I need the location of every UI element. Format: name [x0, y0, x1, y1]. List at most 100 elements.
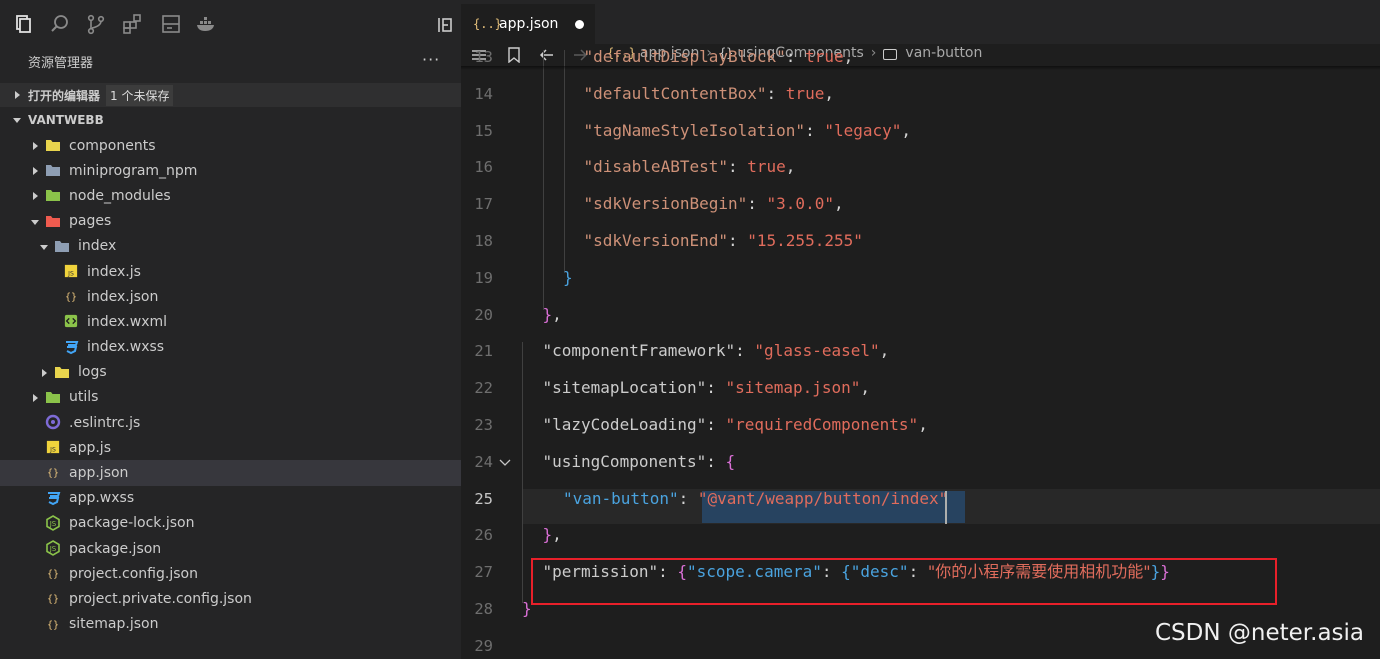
- code-token: :: [728, 157, 748, 177]
- tab-bar: {..} app.json: [461, 0, 1380, 44]
- tree-file[interactable]: JS app.js: [0, 435, 461, 460]
- tree-file[interactable]: {} project.private.config.json: [0, 586, 461, 611]
- code-token: ,: [824, 83, 834, 103]
- line-number: 27: [474, 563, 493, 582]
- tree-item-label: index: [78, 238, 117, 255]
- code-token: }: [563, 267, 573, 287]
- tree-item-label: sitemap.json: [69, 616, 159, 633]
- tree-item-label: node_modules: [69, 187, 171, 204]
- json-file-icon: {}: [45, 565, 61, 581]
- code-token: ,: [918, 415, 928, 434]
- tree-file[interactable]: index.wxss: [0, 335, 461, 360]
- code-text: "defaultDisplayBlock": true,: [584, 50, 854, 76]
- code-token: :: [766, 83, 786, 103]
- code-line[interactable]: 15 "tagNameStyleIsolation": "legacy",: [461, 113, 1380, 150]
- tree-file[interactable]: {} sitemap.json: [0, 612, 461, 637]
- line-number: 26: [474, 526, 493, 545]
- tree-folder[interactable]: pages: [0, 209, 461, 234]
- code-token: ,: [860, 378, 871, 398]
- tree-file[interactable]: {} index.json: [0, 284, 461, 309]
- tree-folder[interactable]: logs: [0, 360, 461, 385]
- code-line[interactable]: 20},: [461, 297, 1380, 334]
- code-line[interactable]: 16 "disableABTest": true,: [461, 149, 1380, 186]
- json-file-icon: {}: [45, 616, 61, 632]
- tree-item-label: index.json: [87, 288, 159, 305]
- tree-item-label: miniprogram_npm: [69, 162, 198, 179]
- code-token: "sitemapLocation": [542, 378, 707, 398]
- tree-item-label: project.config.json: [69, 565, 198, 582]
- fold-chevron-icon[interactable]: [499, 458, 511, 468]
- code-text: }: [563, 260, 573, 297]
- tree-file[interactable]: JS index.js: [0, 259, 461, 284]
- extensions-icon[interactable]: [121, 13, 143, 35]
- code-token: "glass-easel": [754, 341, 880, 361]
- code-token: "defaultDisplayBlock": [583, 50, 786, 66]
- code-token: :: [785, 50, 806, 66]
- code-token: }: [542, 525, 553, 545]
- line-number: 16: [474, 158, 493, 177]
- files-icon[interactable]: [12, 13, 34, 35]
- search-icon[interactable]: [49, 13, 71, 35]
- code-token: true: [785, 83, 825, 103]
- code-token: ,: [843, 50, 854, 66]
- js-file-icon: JS: [45, 439, 61, 455]
- tree-file[interactable]: JS package-lock.json: [0, 511, 461, 536]
- code-line[interactable]: 25 "van-button": "@vant/weapp/button/inde…: [461, 481, 1380, 518]
- tree-item-label: package-lock.json: [69, 515, 195, 532]
- code-line[interactable]: 26},: [461, 517, 1380, 554]
- tab-app-json[interactable]: {..} app.json: [461, 4, 595, 44]
- docker-icon[interactable]: [195, 13, 217, 35]
- more-actions-button[interactable]: ···: [422, 50, 440, 69]
- tree-folder[interactable]: node_modules: [0, 183, 461, 208]
- tree-item-label: .eslintrc.js: [69, 414, 141, 431]
- svg-text:JS: JS: [49, 545, 57, 553]
- code-token: :: [747, 194, 767, 214]
- code-line[interactable]: 13 "defaultDisplayBlock": true,: [461, 50, 1380, 76]
- code-line[interactable]: 14 "defaultContentBox": true,: [461, 76, 1380, 113]
- chevron-right-icon: [33, 167, 38, 176]
- tree-item-label: package.json: [69, 540, 162, 557]
- project-section[interactable]: VANTWEBB: [0, 108, 461, 132]
- code-token: :: [728, 231, 748, 250]
- line-number: 14: [474, 84, 493, 103]
- storage-icon[interactable]: [160, 13, 182, 35]
- tree-file[interactable]: index.wxml: [0, 309, 461, 334]
- code-line[interactable]: 19}: [461, 260, 1380, 297]
- tree-folder[interactable]: miniprogram_npm: [0, 158, 461, 183]
- source-control-icon[interactable]: [85, 13, 107, 35]
- js-file-icon: JS: [63, 263, 79, 279]
- tree-item-label: index.wxss: [87, 339, 165, 356]
- tree-folder[interactable]: utils: [0, 385, 461, 410]
- tree-file[interactable]: {} project.config.json: [0, 561, 461, 586]
- tree-file[interactable]: {} app.json: [0, 460, 461, 486]
- code-line[interactable]: 24 "usingComponents": {: [461, 444, 1380, 481]
- tree-folder[interactable]: index: [0, 234, 461, 259]
- tree-file[interactable]: .eslintrc.js: [0, 410, 461, 435]
- code-line[interactable]: 18 "sdkVersionEnd": "15.255.255": [461, 223, 1380, 260]
- tree-folder[interactable]: components: [0, 133, 461, 158]
- css-file-icon: [63, 339, 79, 355]
- code-line[interactable]: 21 "componentFramework": "glass-easel",: [461, 333, 1380, 370]
- tree-file[interactable]: JS package.json: [0, 536, 461, 561]
- code-line[interactable]: 17 "sdkVersionBegin": "3.0.0",: [461, 186, 1380, 223]
- code-line[interactable]: 23 "lazyCodeLoading": "requiredComponents…: [461, 407, 1380, 444]
- code-text: "sitemapLocation": "sitemap.json",: [543, 370, 871, 407]
- tree-item-label: pages: [69, 213, 112, 230]
- code-token: {: [725, 451, 736, 471]
- open-editors-section[interactable]: 打开的编辑器 1 个未保存: [0, 83, 461, 107]
- project-name: VANTWEBB: [28, 113, 104, 127]
- explorer-title: 资源管理器: [28, 56, 94, 71]
- components-folder-icon: [45, 137, 61, 153]
- split-editor-icon[interactable]: [434, 14, 456, 36]
- activity-bar: [0, 0, 461, 48]
- code-token: "componentFramework": [542, 341, 736, 361]
- chevron-right-icon: [33, 393, 38, 402]
- unsaved-dot-icon[interactable]: [575, 20, 584, 29]
- line-number: 19: [474, 268, 493, 287]
- code-token: "lazyCodeLoading": [542, 415, 707, 434]
- code-text: "van-button": "@vant/weapp/button/index": [563, 481, 948, 518]
- code-line[interactable]: 22 "sitemapLocation": "sitemap.json",: [461, 370, 1380, 407]
- tree-file[interactable]: app.wxss: [0, 486, 461, 511]
- code-editor[interactable]: 13 "defaultDisplayBlock": true, 14 "default…: [461, 50, 1380, 659]
- pages-folder-icon: [45, 213, 61, 229]
